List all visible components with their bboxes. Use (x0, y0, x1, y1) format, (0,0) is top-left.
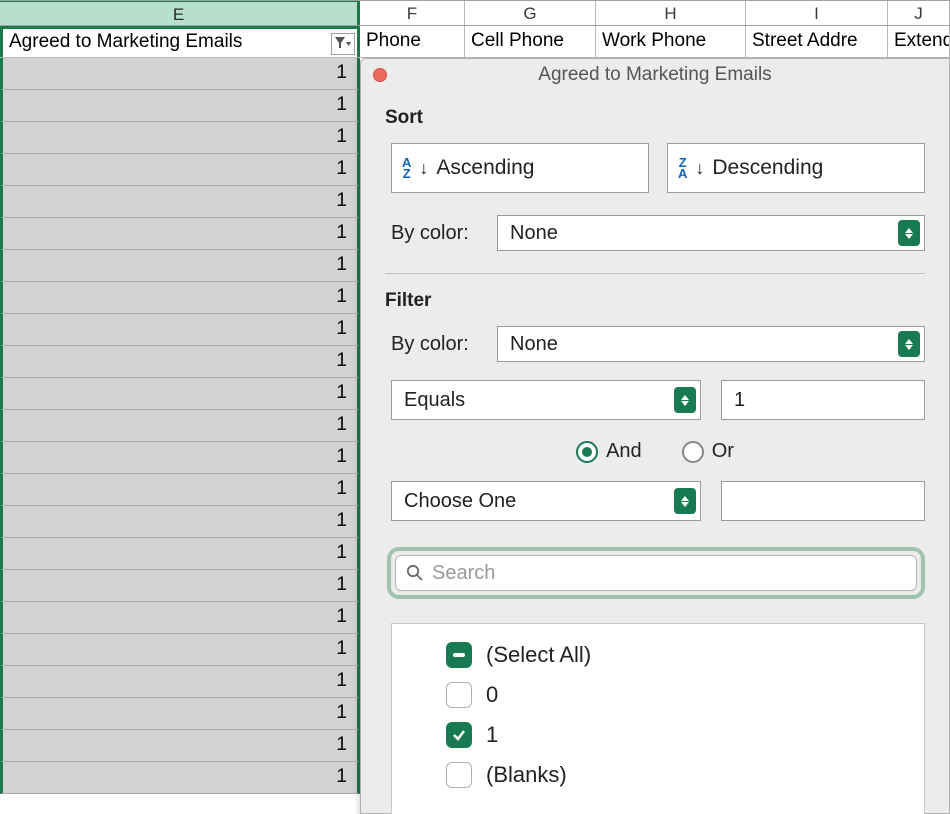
data-cell[interactable]: 1 (0, 250, 360, 282)
arrow-down-icon: ↓ (695, 158, 704, 179)
filter-option-label: (Blanks) (486, 762, 567, 788)
column-header-G[interactable]: G (465, 1, 596, 25)
data-cell[interactable]: 1 (0, 90, 360, 122)
data-cell[interactable]: 1 (0, 314, 360, 346)
filter-condition1-value[interactable]: 1 (721, 380, 925, 420)
data-cell[interactable]: 1 (0, 282, 360, 314)
sort-ascending-label: Ascending (436, 156, 534, 180)
filter-option[interactable]: 0 (446, 682, 924, 708)
chevron-updown-icon (898, 331, 920, 357)
az-icon: AZ (402, 157, 411, 179)
data-cell[interactable]: 1 (0, 346, 360, 378)
data-cell[interactable]: 1 (0, 442, 360, 474)
data-cell[interactable]: 1 (0, 634, 360, 666)
panel-titlebar: Agreed to Marketing Emails (361, 59, 949, 91)
radio-icon (576, 441, 598, 463)
logic-or-radio[interactable]: Or (682, 440, 734, 463)
data-cell[interactable]: 1 (0, 570, 360, 602)
column-header-I[interactable]: I (746, 1, 888, 25)
search-field-wrap (387, 547, 925, 599)
filter-option[interactable]: 1 (446, 722, 924, 748)
sort-section-label: Sort (385, 107, 925, 129)
header-cells-row: Agreed to Marketing Emails Phone Cell Ph… (0, 26, 950, 58)
data-cell[interactable]: 1 (0, 698, 360, 730)
data-cell[interactable]: 1 (0, 58, 360, 90)
column-E-data: 11111111111111111111111 (0, 58, 360, 794)
sort-ascending-button[interactable]: AZ ↓ Ascending (391, 143, 649, 193)
data-cell[interactable]: 1 (0, 122, 360, 154)
data-cell[interactable]: 1 (0, 474, 360, 506)
data-cell[interactable]: 1 (0, 762, 360, 794)
data-cell[interactable]: 1 (0, 186, 360, 218)
filter-dropdown-button[interactable] (331, 33, 355, 55)
filter-condition1-operator-value: Equals (404, 389, 465, 412)
data-cell[interactable]: 1 (0, 410, 360, 442)
checkbox-icon (446, 682, 472, 708)
filter-option-label: 0 (486, 682, 498, 708)
column-header-J[interactable]: J (888, 1, 950, 25)
data-cell[interactable]: 1 (0, 506, 360, 538)
filter-option-label: (Select All) (486, 642, 591, 668)
filter-by-color-select[interactable]: None (497, 326, 925, 362)
data-cell[interactable]: 1 (0, 378, 360, 410)
sort-by-color-label: By color: (391, 222, 481, 245)
checkbox-icon (446, 762, 472, 788)
column-header-E[interactable]: E (0, 1, 360, 25)
chevron-updown-icon (674, 387, 696, 413)
filter-condition1-operator[interactable]: Equals (391, 380, 701, 420)
data-cell[interactable]: 1 (0, 538, 360, 570)
header-cell-H[interactable]: Work Phone (596, 26, 746, 57)
sort-descending-button[interactable]: ZA ↓ Descending (667, 143, 925, 193)
logic-or-label: Or (712, 440, 734, 463)
filter-applied-icon (335, 37, 351, 51)
checkbox-mixed-icon (446, 642, 472, 668)
data-cell[interactable]: 1 (0, 218, 360, 250)
filter-condition2-value[interactable] (721, 481, 925, 521)
logic-and-radio[interactable]: And (576, 440, 642, 463)
search-field[interactable] (395, 555, 917, 591)
close-button[interactable] (373, 68, 387, 82)
header-cell-F[interactable]: Phone (360, 26, 465, 57)
header-cell-E[interactable]: Agreed to Marketing Emails (0, 26, 360, 57)
header-cell-I[interactable]: Street Addre (746, 26, 888, 57)
sort-descending-label: Descending (712, 156, 823, 180)
filter-condition2-operator-value: Choose One (404, 490, 516, 513)
sort-by-color-value: None (510, 222, 558, 245)
filter-panel: Agreed to Marketing Emails Sort AZ ↓ Asc… (360, 58, 950, 814)
column-header-F[interactable]: F (360, 1, 465, 25)
chevron-updown-icon (898, 220, 920, 246)
filter-option[interactable]: (Blanks) (446, 762, 924, 788)
chevron-updown-icon (674, 488, 696, 514)
filter-by-color-value: None (510, 333, 558, 356)
arrow-down-icon: ↓ (419, 158, 428, 179)
column-header-H[interactable]: H (596, 1, 746, 25)
header-cell-J[interactable]: Extend (888, 26, 950, 57)
search-icon (406, 564, 424, 582)
checkbox-checked-icon (446, 722, 472, 748)
data-cell[interactable]: 1 (0, 602, 360, 634)
column-header-row: E F G H I J (0, 0, 950, 26)
radio-icon (682, 441, 704, 463)
panel-title: Agreed to Marketing Emails (361, 64, 949, 86)
filter-section-label: Filter (385, 290, 925, 312)
search-input[interactable] (432, 562, 906, 585)
filter-option[interactable]: (Select All) (446, 642, 924, 668)
section-separator (385, 273, 925, 274)
filter-option-label: 1 (486, 722, 498, 748)
data-cell[interactable]: 1 (0, 730, 360, 762)
filter-values-list: (Select All) 0 1 (Blanks) (391, 623, 925, 814)
logic-and-label: And (606, 440, 642, 463)
data-cell[interactable]: 1 (0, 666, 360, 698)
za-icon: ZA (678, 157, 687, 179)
sort-by-color-select[interactable]: None (497, 215, 925, 251)
filter-by-color-label: By color: (391, 333, 481, 356)
header-cell-G[interactable]: Cell Phone (465, 26, 596, 57)
data-cell[interactable]: 1 (0, 154, 360, 186)
header-cell-E-text: Agreed to Marketing Emails (9, 31, 242, 52)
filter-condition1-value-text: 1 (734, 389, 745, 412)
filter-condition2-operator[interactable]: Choose One (391, 481, 701, 521)
